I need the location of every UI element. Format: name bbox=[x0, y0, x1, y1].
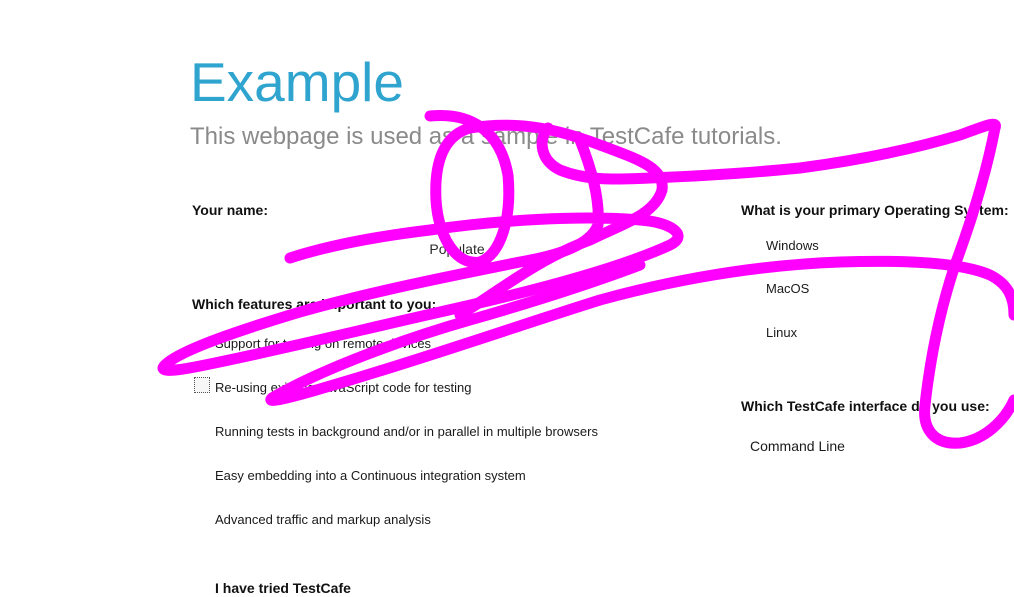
radio-button[interactable] bbox=[746, 237, 760, 251]
os-option-label: MacOS bbox=[766, 281, 810, 296]
name-label: Your name: bbox=[192, 202, 268, 218]
radio-button[interactable] bbox=[746, 324, 760, 338]
checkbox[interactable] bbox=[194, 467, 210, 483]
checkbox[interactable] bbox=[194, 377, 210, 393]
os-option-label: Linux bbox=[766, 325, 798, 340]
page-title: Example bbox=[190, 51, 404, 113]
checkbox[interactable] bbox=[194, 511, 210, 527]
page-subtitle: This webpage is used as a sample in Test… bbox=[190, 123, 782, 150]
interface-select[interactable]: Command Line bbox=[750, 437, 950, 457]
feature-label: Advanced traffic and markup analysis bbox=[215, 512, 431, 527]
checkbox[interactable] bbox=[194, 579, 210, 595]
feature-label: Support for testing on remote devices bbox=[215, 336, 432, 351]
os-label: What is your primary Operating System: bbox=[741, 202, 1009, 218]
feature-label: Easy embedding into a Continuous integra… bbox=[215, 468, 526, 483]
scribble-overlay bbox=[157, 109, 1014, 449]
feature-label: Running tests in background and/or in pa… bbox=[215, 424, 598, 439]
tried-testcafe-label: I have tried TestCafe bbox=[215, 580, 351, 596]
interface-label: Which TestCafe interface do you use: bbox=[741, 398, 990, 414]
os-option-label: Windows bbox=[766, 238, 819, 253]
checkbox[interactable] bbox=[194, 335, 210, 351]
checkbox[interactable] bbox=[194, 423, 210, 439]
radio-button[interactable] bbox=[746, 280, 760, 294]
feature-label: Re-using existing JavaScript code for te… bbox=[215, 380, 472, 395]
populate-button[interactable]: Populate bbox=[405, 236, 509, 262]
features-label: Which features are important to you: bbox=[192, 296, 437, 312]
